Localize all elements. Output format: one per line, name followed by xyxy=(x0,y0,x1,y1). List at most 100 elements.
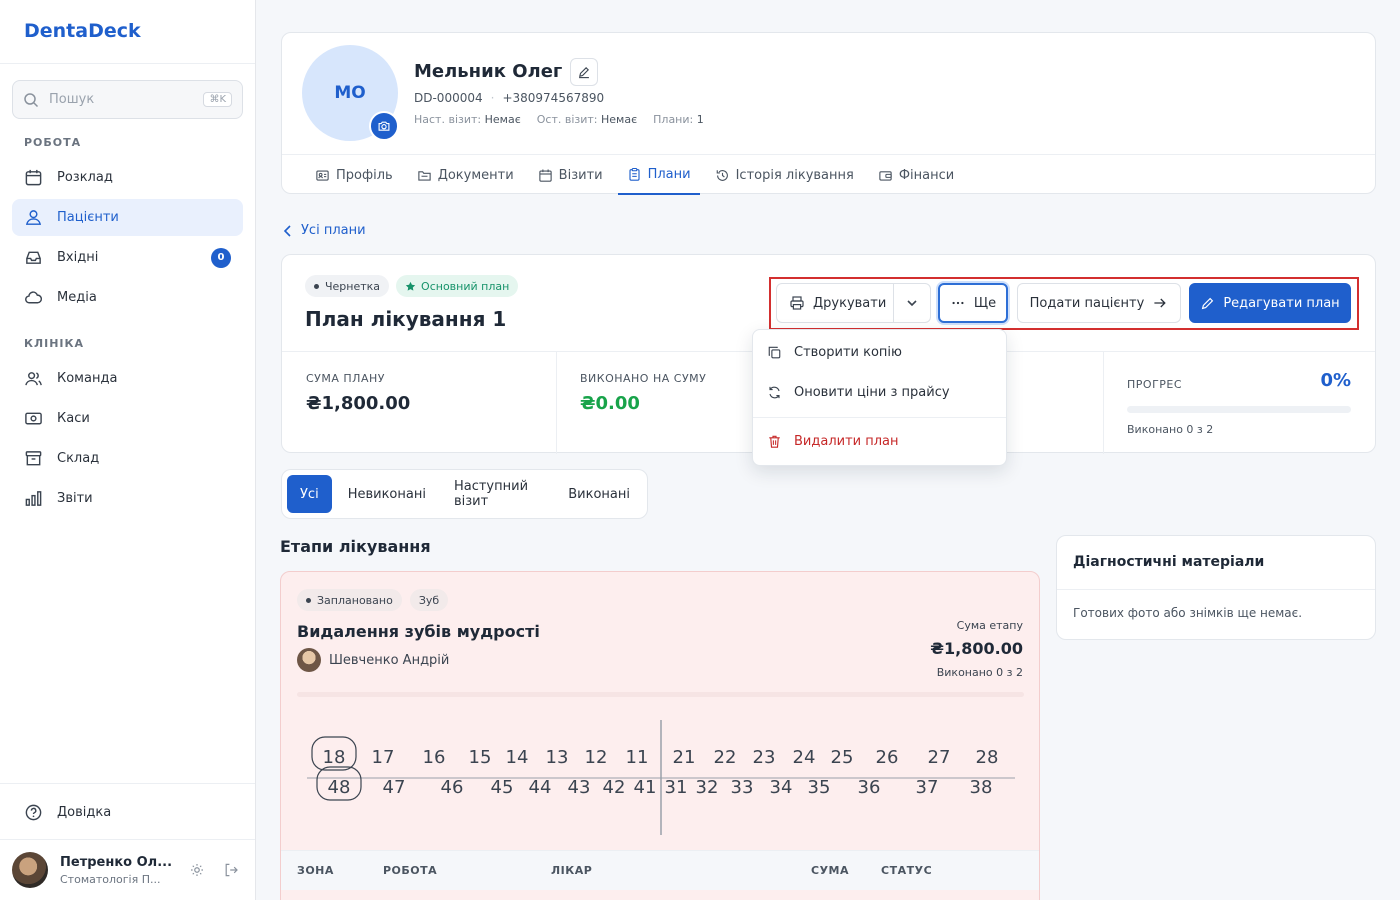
more-menu: Створити копію Оновити ціни з прайсу Вид… xyxy=(752,329,1007,466)
pencil-icon xyxy=(579,67,589,79)
patient-name: Мельник Олег xyxy=(414,61,563,82)
pencil-icon xyxy=(1202,297,1214,309)
sidebar-divider xyxy=(0,839,255,840)
search-input[interactable]: Пошук ⌘K xyxy=(12,80,243,119)
sidebar-item-inbox[interactable]: Вхідні 0 xyxy=(12,239,243,276)
tooth-35[interactable]: 35 xyxy=(808,777,831,798)
tab-profile[interactable]: Профіль xyxy=(306,155,402,195)
tooth-32[interactable]: 32 xyxy=(696,777,719,798)
patient-phone[interactable]: +380974567890 xyxy=(502,91,604,105)
avatar xyxy=(297,648,321,672)
tooth-17[interactable]: 17 xyxy=(372,747,395,768)
tooth-14[interactable]: 14 xyxy=(506,747,529,768)
tooth-15[interactable]: 15 xyxy=(469,747,492,768)
tooth-28[interactable]: 28 xyxy=(976,747,999,768)
edit-plan-button[interactable]: Редагувати план xyxy=(1189,283,1351,323)
filter-done[interactable]: Виконані xyxy=(556,475,642,513)
sidebar-item-schedule[interactable]: Розклад xyxy=(12,159,243,196)
sidebar-item-reports[interactable]: Звіти xyxy=(12,480,243,517)
stages-heading: Етапи лікування xyxy=(280,537,431,556)
chevron-left-icon xyxy=(283,224,291,237)
progress-bar xyxy=(1127,406,1351,413)
sidebar-item-cash[interactable]: Каси xyxy=(12,400,243,437)
tooth-22[interactable]: 22 xyxy=(714,747,737,768)
filter-next-visit[interactable]: Наступний візит xyxy=(442,475,552,513)
send-to-patient-button[interactable]: Подати пацієнту xyxy=(1017,283,1181,323)
sidebar-item-label: Медіа xyxy=(57,290,97,305)
chevron-down-icon[interactable] xyxy=(905,296,919,310)
tooth-26[interactable]: 26 xyxy=(876,747,899,768)
column-header-sum: СУМА xyxy=(811,864,850,877)
sidebar-item-help[interactable]: Довідка xyxy=(12,794,243,831)
tab-plans[interactable]: Плани xyxy=(617,155,700,195)
tab-visits[interactable]: Візити xyxy=(529,155,612,195)
sidebar-item-warehouse[interactable]: Склад xyxy=(12,440,243,477)
tooth-34[interactable]: 34 xyxy=(770,777,793,798)
plans-count-label: Плани: xyxy=(653,113,694,126)
sidebar-item-label: Каси xyxy=(57,411,90,426)
stage-divider xyxy=(297,692,1024,697)
tooth-41[interactable]: 41 xyxy=(634,777,657,798)
tooth-43[interactable]: 43 xyxy=(568,777,591,798)
sidebar-item-label: Вхідні xyxy=(57,250,99,265)
tooth-21[interactable]: 21 xyxy=(673,747,696,768)
change-photo-button[interactable] xyxy=(369,111,399,141)
gear-icon[interactable] xyxy=(189,862,205,878)
tab-label: Візити xyxy=(558,167,603,183)
section-title-clinic: КЛІНІКА xyxy=(24,337,85,350)
tab-documents[interactable]: Документи xyxy=(408,155,523,195)
tooth-27[interactable]: 27 xyxy=(928,747,951,768)
calendar-icon xyxy=(25,169,42,186)
last-visit-value: Немає xyxy=(601,113,638,126)
tab-finance[interactable]: Фінанси xyxy=(869,155,963,195)
calendar-icon xyxy=(538,169,552,182)
inbox-count-badge: 0 xyxy=(211,247,231,268)
patient-visits: Наст. візит: Немає Ост. візит: Немає Пла… xyxy=(414,113,704,126)
stage-card[interactable]: Заплановано Зуб Видалення зубів мудрості… xyxy=(280,571,1040,900)
cloud-icon xyxy=(25,291,43,304)
logout-icon[interactable] xyxy=(223,862,239,878)
tooth-42[interactable]: 42 xyxy=(603,777,626,798)
printer-icon xyxy=(790,296,804,310)
tooth-44[interactable]: 44 xyxy=(529,777,552,798)
tooth-16[interactable]: 16 xyxy=(423,747,446,768)
menu-item-delete-plan[interactable]: Видалити план xyxy=(753,421,1006,461)
tooth-23[interactable]: 23 xyxy=(753,747,776,768)
tab-treatment-history[interactable]: Історія лікування xyxy=(706,155,863,195)
edit-label: Редагувати план xyxy=(1223,295,1340,311)
search-shortcut: ⌘K xyxy=(203,92,232,107)
tooth-12[interactable]: 12 xyxy=(585,747,608,768)
user-profile[interactable]: Петренко Ол... Стоматологія П... xyxy=(12,852,243,888)
filter-all[interactable]: Усі xyxy=(287,475,332,513)
sidebar-item-patients[interactable]: Пацієнти xyxy=(12,199,243,236)
stage-status-badge: Заплановано xyxy=(297,589,402,611)
dental-chart: 18 17 16 15 14 13 12 11 21 22 23 24 25 26 27 28 48 47 46 45… xyxy=(307,720,1015,835)
tooth-24[interactable]: 24 xyxy=(793,747,816,768)
tooth-46[interactable]: 46 xyxy=(441,777,464,798)
tooth-13[interactable]: 13 xyxy=(546,747,569,768)
tooth-18[interactable]: 18 xyxy=(323,747,346,768)
menu-item-copy[interactable]: Створити копію xyxy=(753,332,1006,372)
filter-not-done[interactable]: Невиконані xyxy=(336,475,438,513)
patient-id: DD-000004 xyxy=(414,91,483,105)
tooth-31[interactable]: 31 xyxy=(665,777,688,798)
tooth-11[interactable]: 11 xyxy=(626,747,649,768)
tooth-33[interactable]: 33 xyxy=(731,777,754,798)
app-logo[interactable]: DentaDeck xyxy=(0,0,255,64)
menu-item-update-prices[interactable]: Оновити ціни з прайсу xyxy=(753,372,1006,412)
tooth-45[interactable]: 45 xyxy=(491,777,514,798)
tooth-47[interactable]: 47 xyxy=(383,777,406,798)
sidebar-item-media[interactable]: Медіа xyxy=(12,279,243,316)
tooth-36[interactable]: 36 xyxy=(858,777,881,798)
print-button[interactable]: Друкувати xyxy=(776,283,931,323)
divider xyxy=(1057,589,1375,590)
edit-patient-button[interactable] xyxy=(570,58,598,86)
back-to-plans-link[interactable]: Усі плани xyxy=(283,223,366,238)
tooth-48[interactable]: 48 xyxy=(328,777,351,798)
more-button[interactable]: Ще xyxy=(938,283,1008,323)
sidebar-item-team[interactable]: Команда xyxy=(12,360,243,397)
tooth-38[interactable]: 38 xyxy=(970,777,993,798)
stage-type-badge: Зуб xyxy=(409,589,449,611)
tooth-37[interactable]: 37 xyxy=(916,777,939,798)
tooth-25[interactable]: 25 xyxy=(831,747,854,768)
